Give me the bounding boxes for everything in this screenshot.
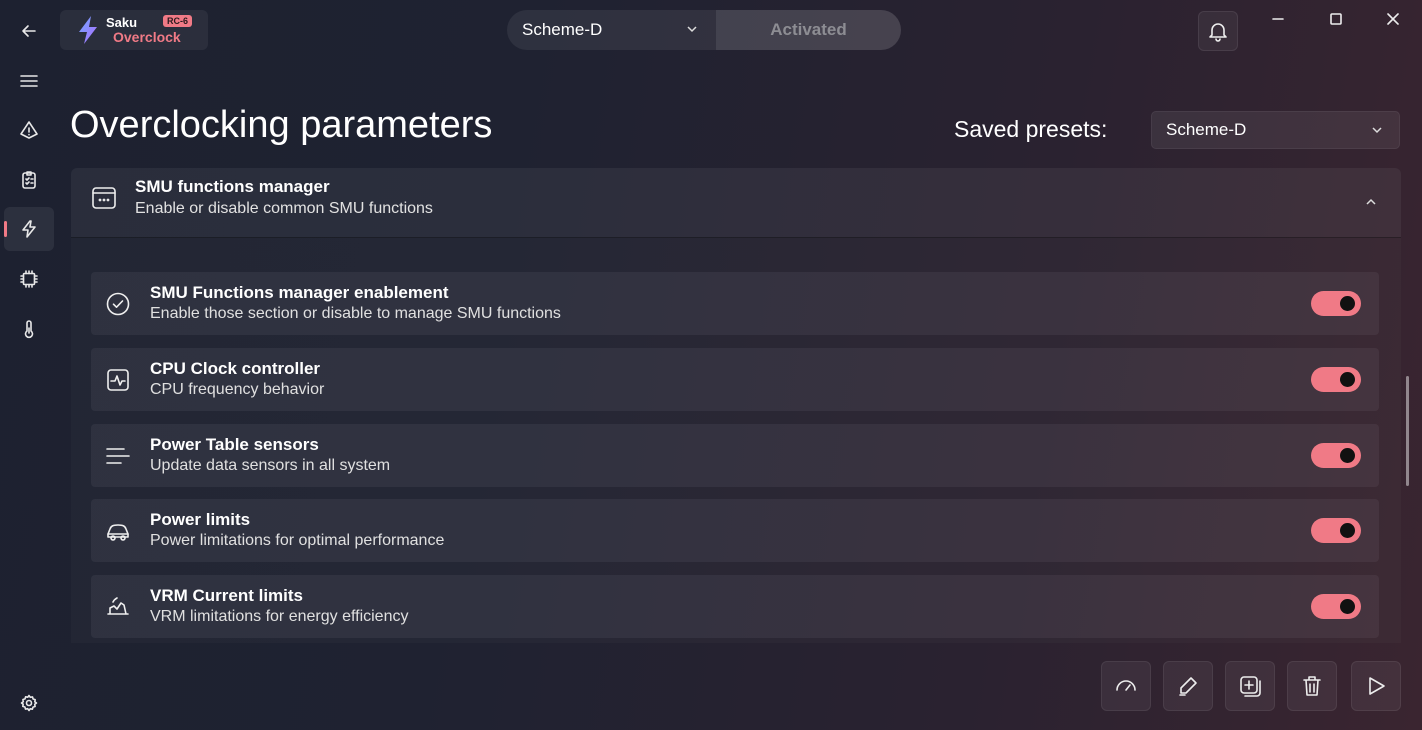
delete-trash-icon — [1303, 676, 1321, 696]
list-item: Power limits Power limitations for optim… — [91, 499, 1379, 562]
toggle-knob — [1340, 372, 1355, 387]
close-button[interactable] — [1378, 4, 1408, 34]
edit-pen-icon — [1179, 677, 1197, 696]
row-subtitle: Update data sensors in all system — [150, 457, 391, 474]
minimize-button[interactable] — [1263, 4, 1293, 34]
smu-functions-panel: SMU functions manager Enable or disable … — [71, 168, 1401, 643]
delete-preset-button[interactable] — [1287, 661, 1337, 711]
page-title: Overclocking parameters — [70, 104, 493, 146]
row-title: Power limits — [150, 510, 251, 529]
minimize-icon — [1272, 18, 1284, 20]
cpu-chip-icon — [20, 270, 38, 288]
vertical-scrollbar[interactable] — [1406, 376, 1409, 486]
window-dots-icon — [92, 187, 116, 209]
lines-list-icon — [105, 443, 131, 469]
scheme-control: Scheme-D Activated — [507, 10, 901, 50]
notifications-button[interactable] — [1198, 11, 1238, 51]
pulse-monitor-icon — [105, 367, 131, 393]
nav-item-temperature[interactable] — [4, 307, 54, 351]
toggle-knob — [1340, 599, 1355, 614]
speed-button[interactable] — [1101, 661, 1151, 711]
lightning-icon — [22, 220, 36, 238]
info-triangle-icon — [20, 121, 38, 139]
nav-item-presets[interactable] — [4, 158, 54, 202]
row-subtitle: Enable those section or disable to manag… — [150, 305, 561, 322]
power-table-toggle[interactable] — [1311, 443, 1361, 468]
list-item: SMU Functions manager enablement Enable … — [91, 272, 1379, 335]
speedometer-icon — [1116, 680, 1136, 691]
chevron-down-icon — [687, 26, 697, 33]
nav-item-settings[interactable] — [4, 681, 54, 725]
row-title: CPU Clock controller — [150, 359, 321, 378]
toggle-knob — [1340, 523, 1355, 538]
version-badge: RC-6 — [163, 15, 193, 27]
back-button[interactable] — [4, 9, 54, 53]
activated-button[interactable]: Activated — [716, 10, 901, 50]
activated-label: Activated — [770, 20, 847, 39]
edit-button[interactable] — [1163, 661, 1213, 711]
section-subtitle: Enable or disable common SMU functions — [135, 200, 433, 217]
add-preset-button[interactable] — [1225, 661, 1275, 711]
collapse-section-button[interactable] — [1361, 192, 1381, 212]
apply-button[interactable] — [1351, 661, 1401, 711]
checkmark-circle-icon — [105, 291, 131, 317]
thermometer-icon — [24, 320, 34, 339]
lightning-logo-icon — [79, 16, 97, 44]
nav-item-overclock[interactable] — [4, 207, 54, 251]
play-apply-icon — [1369, 677, 1385, 695]
row-subtitle: Power limitations for optimal performanc… — [150, 532, 445, 549]
scheme-dropdown[interactable]: Scheme-D — [507, 10, 716, 50]
saved-presets-label: Saved presets: — [954, 116, 1108, 142]
vrm-current-icon — [105, 594, 131, 620]
nav-item-info[interactable] — [4, 108, 54, 152]
app-name-bottom: Overclock — [113, 29, 181, 45]
close-icon — [1387, 13, 1399, 25]
row-title: Power Table sensors — [150, 435, 319, 454]
menu-toggle-button[interactable] — [4, 59, 54, 103]
add-square-icon — [1240, 676, 1261, 697]
toggle-knob — [1340, 448, 1355, 463]
saved-presets-dropdown[interactable]: Scheme-D — [1151, 111, 1400, 149]
row-subtitle: VRM limitations for energy efficiency — [150, 608, 409, 625]
list-item: CPU Clock controller CPU frequency behav… — [91, 348, 1379, 411]
settings-gear-icon — [20, 694, 38, 712]
maximize-button[interactable] — [1321, 4, 1351, 34]
nav-item-cpu[interactable] — [4, 257, 54, 301]
saved-presets-value: Scheme-D — [1166, 120, 1247, 139]
smu-enable-toggle[interactable] — [1311, 291, 1361, 316]
left-nav — [0, 0, 58, 730]
hamburger-menu-icon — [20, 75, 38, 87]
section-title: SMU functions manager — [135, 177, 330, 196]
smu-section-header[interactable]: SMU functions manager Enable or disable … — [71, 168, 1401, 238]
app-name-top: Saku — [106, 15, 138, 30]
row-title: SMU Functions manager enablement — [150, 283, 449, 302]
chevron-down-icon — [1372, 127, 1382, 134]
chevron-up-icon — [1366, 198, 1376, 205]
vrm-current-toggle[interactable] — [1311, 594, 1361, 619]
power-limits-toggle[interactable] — [1311, 518, 1361, 543]
row-title: VRM Current limits — [150, 586, 304, 605]
back-arrow-icon — [22, 25, 36, 37]
power-vehicle-icon — [105, 518, 131, 544]
toggle-knob — [1340, 296, 1355, 311]
clipboard-checklist-icon — [22, 171, 36, 189]
bell-icon — [1209, 23, 1227, 42]
cpu-clock-toggle[interactable] — [1311, 367, 1361, 392]
list-item: VRM Current limits VRM limitations for e… — [91, 575, 1379, 638]
row-subtitle: CPU frequency behavior — [150, 381, 325, 398]
app-logo[interactable]: Saku RC-6 Overclock — [60, 10, 208, 50]
scheme-dropdown-value: Scheme-D — [522, 20, 603, 39]
list-item: Power Table sensors Update data sensors … — [91, 424, 1379, 487]
maximize-icon — [1330, 13, 1342, 25]
